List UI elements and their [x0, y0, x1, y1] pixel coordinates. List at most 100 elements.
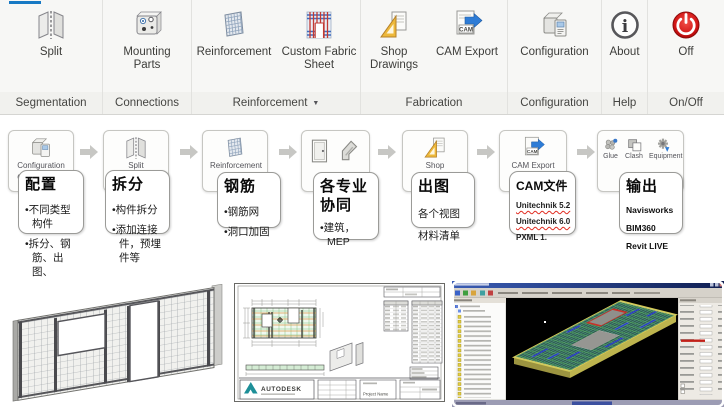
flow-box-line: Navisworks [626, 205, 678, 215]
reinforcement-button[interactable]: Reinforcement [192, 7, 276, 59]
equipment-icon [655, 137, 672, 153]
custom-fabric-sheet-icon [302, 7, 336, 43]
cam-export-button[interactable]: CAM CAM Export [428, 7, 506, 59]
flow-box-line: •洞口加固 [224, 225, 276, 239]
cam-viewer-image [452, 281, 724, 407]
project-name-text: Project Name [363, 392, 389, 397]
panel-label-fabrication: Fabrication [361, 92, 507, 114]
button-label: Mounting Parts [110, 46, 184, 72]
panel-label-text: Reinforcement [233, 97, 308, 109]
about-button[interactable]: i About [603, 7, 647, 59]
equipment-item: Equipment [649, 137, 679, 161]
shop-drawings-icon [422, 135, 448, 161]
panel-label-reinforcement[interactable]: Reinforcement ▼ [192, 92, 360, 114]
flow-arrow [279, 145, 297, 159]
configuration-icon [538, 7, 572, 43]
flow-box-title: 配置 [25, 176, 79, 195]
panel-label-segmentation: Segmentation [0, 92, 102, 114]
flow-icon-label: Clash [625, 153, 643, 161]
flow-box-line: •拆分、钢筋、出图、 [25, 237, 79, 280]
flow-card-label: CAM Export [511, 161, 554, 171]
chevron-down-icon: ▼ [312, 100, 319, 107]
button-label: About [609, 46, 639, 59]
reinforcement-icon [222, 135, 248, 161]
clash-item: Clash [625, 137, 643, 161]
ribbon-panel-configuration: Configuration Configuration [508, 0, 602, 114]
glue-item: Glue [602, 137, 619, 161]
duct-elbow-icon [338, 138, 362, 164]
flow-box-line: •构件拆分 [112, 203, 165, 217]
flow-arrow [477, 145, 495, 159]
off-button[interactable]: Off [661, 7, 711, 59]
configuration-icon [28, 135, 54, 161]
flow-box-line: •不同类型构件 [25, 203, 79, 231]
split-button[interactable]: Split [15, 7, 87, 59]
mounting-parts-button[interactable]: Mounting Parts [110, 7, 184, 72]
configuration-button[interactable]: Configuration [511, 7, 599, 59]
ribbon-panel-connections: Mounting Parts Connections [103, 0, 192, 114]
button-label: Custom Fabric Sheet [278, 46, 360, 72]
custom-fabric-sheet-button[interactable]: Custom Fabric Sheet [278, 7, 360, 72]
about-icon: i [608, 7, 642, 43]
button-label: Shop Drawings [362, 46, 426, 72]
button-label: Configuration [520, 46, 588, 59]
svg-text:i: i [621, 17, 628, 37]
flow-box-drawings: 出图 各个视图 材料清单 [411, 172, 475, 228]
rebar-schedule-table [412, 301, 442, 363]
flow-arrow [577, 145, 595, 159]
title-block: AUTODESK Project Name [239, 378, 440, 399]
flow-box-coordination: 各专业协同 •建筑，MEP [313, 172, 379, 240]
panel-label-connections: Connections [103, 92, 191, 114]
flow-box-title: 钢筋 [224, 178, 276, 197]
flow-box-title: 输出 [626, 178, 678, 197]
position-info-box [410, 367, 438, 379]
flow-box-title: 出图 [418, 178, 470, 197]
flow-box-line: 各个视图 [418, 207, 470, 222]
button-label: CAM Export [436, 46, 498, 59]
flow-box-line: 材料清单 [418, 229, 470, 244]
glue-icon [602, 137, 619, 153]
side-table [384, 301, 408, 331]
flow-box-split: 拆分 •构件拆分 •添加连接件，预埋件等 [105, 170, 170, 234]
panel-label-onoff: On/Off [648, 92, 724, 114]
ribbon-panel-help: i About Help [602, 0, 648, 114]
ribbon-panel-reinforcement: Reinforcement Custom Fabric Sheet Reinfo… [192, 0, 361, 114]
active-tab-indicator [9, 1, 41, 4]
flow-box-cam-files: CAM文件 Unitechnik 5.2 Unitechnik 6.0 PXML… [509, 171, 576, 235]
shop-drawings-button[interactable]: Shop Drawings [362, 7, 426, 72]
flow-box-line: PXML 1. [516, 232, 571, 243]
flow-box-title: CAM文件 [516, 177, 571, 194]
flow-box-line: •添加连接件，预埋件等 [112, 223, 165, 266]
button-label: Off [678, 46, 693, 59]
red-warning-text [681, 340, 705, 342]
ribbon-panel-segmentation: Split Segmentation [0, 0, 103, 114]
flow-box-line: Revit LIVE [626, 241, 678, 251]
button-label: Split [40, 46, 62, 59]
flow-card-label: Reinforcement [210, 161, 260, 171]
ribbon-panel-fabrication: Shop Drawings CAM CAM Export Fabrication [361, 0, 508, 114]
precast-wall-3d-image [2, 284, 232, 406]
door-icon [309, 138, 331, 164]
cam-chip-text: CAM [527, 149, 538, 154]
flow-arrow [378, 145, 396, 159]
autodesk-brand-text: AUTODESK [261, 386, 302, 393]
flow-box-line: Unitechnik 5.2 [516, 200, 571, 211]
flow-box-title: 各专业协同 [320, 178, 374, 216]
ribbon-panel-onoff: Off On/Off [648, 0, 724, 114]
panel-label-help: Help [602, 92, 647, 114]
flow-icon-label: Glue [603, 153, 618, 161]
off-icon [669, 7, 703, 43]
flow-box-output: 输出 Navisworks BIM360 Revit LIVE [619, 172, 683, 234]
shop-drawing-sheet-image: AUTODESK Project Name [234, 283, 445, 402]
cam-export-icon: CAM [450, 7, 484, 43]
sheet-header-table [384, 287, 440, 297]
split-icon [34, 7, 68, 43]
split-icon [123, 135, 149, 161]
ribbon: Split Segmentation [0, 0, 724, 115]
flow-box-line: •钢筋网 [224, 205, 276, 219]
flow-box-configuration: 配置 •不同类型构件 •拆分、钢筋、出图、 [18, 170, 84, 234]
flow-arrow [180, 145, 198, 159]
clash-icon [626, 137, 643, 153]
flow-icon-label: Equipment [649, 153, 679, 161]
flow-box-rebar: 钢筋 •钢筋网 •洞口加固 [217, 172, 281, 228]
